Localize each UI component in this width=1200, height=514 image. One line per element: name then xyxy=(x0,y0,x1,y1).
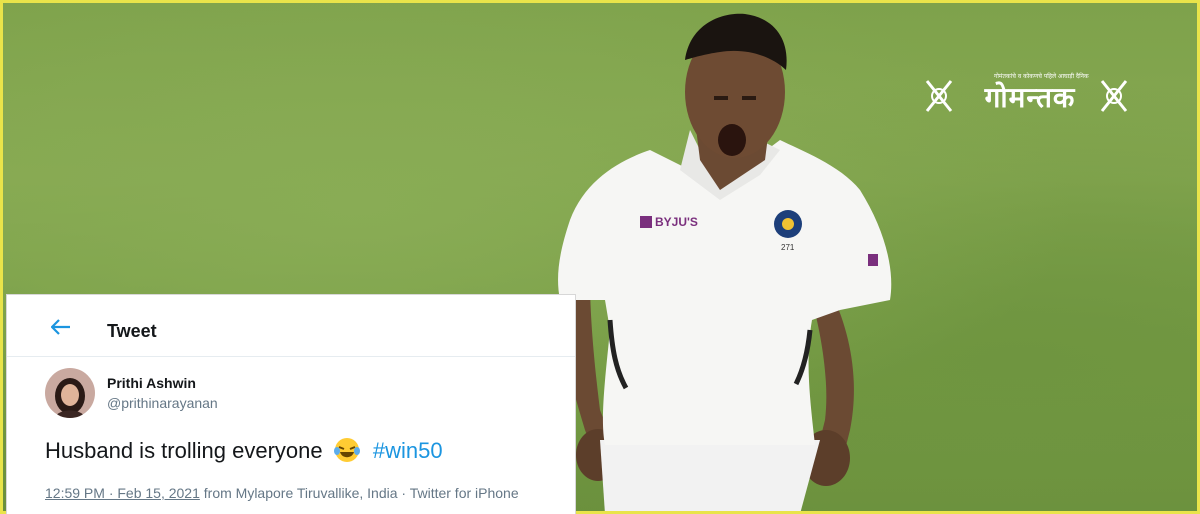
hashtag-link[interactable]: #win50 xyxy=(373,438,443,463)
back-arrow-icon[interactable] xyxy=(51,319,71,335)
tweet-metadata: 12:59 PM · Feb 15, 2021 from Mylapore Ti… xyxy=(45,485,519,501)
tweet-author[interactable]: Prithi Ashwin @prithinarayanan xyxy=(7,357,575,418)
author-name[interactable]: Prithi Ashwin xyxy=(107,375,196,391)
jersey-number: 271 xyxy=(781,243,795,252)
tweet-text-content: Husband is trolling everyone xyxy=(45,438,323,463)
tweet-header: Tweet xyxy=(7,295,575,357)
jersey-sponsor: BYJU'S xyxy=(655,215,698,229)
tweet-timestamp[interactable]: 12:59 PM · Feb 15, 2021 xyxy=(45,485,200,501)
crossed-swords-icon xyxy=(1100,80,1128,112)
logo-name: गोमन्तक xyxy=(984,81,1076,114)
author-handle[interactable]: @prithinarayanan xyxy=(107,395,218,411)
tweet-header-title: Tweet xyxy=(107,321,157,341)
laughing-emoji-icon xyxy=(333,438,360,462)
newspaper-logo: गोमंतकांचे व कोकणचे पहिले आघाड़ी दैनिक ग… xyxy=(924,72,1134,120)
tweet-text: Husband is trolling everyone #win50 xyxy=(45,437,443,464)
tweet-location-source: from Mylapore Tiruvallike, India · Twitt… xyxy=(199,485,519,501)
crossed-swords-icon xyxy=(925,80,953,112)
avatar[interactable] xyxy=(45,368,95,418)
tweet-card: Tweet Prithi Ashwin @prithinarayanan Hus… xyxy=(6,294,576,514)
